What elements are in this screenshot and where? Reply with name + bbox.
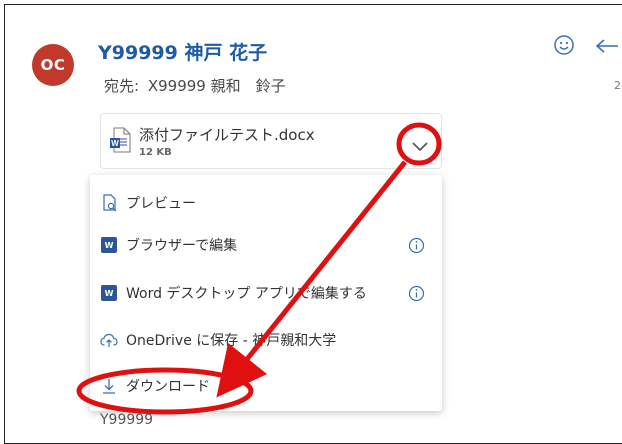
- message-body-fragment: Y99999: [100, 412, 154, 428]
- recipient-line: 宛先: X99999 親和 鈴子: [104, 75, 286, 96]
- download-icon: [100, 377, 118, 395]
- menu-item-label: Word デスクトップ アプリで編集する: [126, 286, 367, 302]
- word-doc-icon: W: [110, 127, 131, 153]
- smiley-icon[interactable]: [553, 34, 575, 56]
- menu-item-download[interactable]: ダウンロード: [90, 366, 442, 406]
- truncated-date-fragment: 2: [614, 79, 621, 92]
- menu-item-label: プレビュー: [126, 196, 196, 212]
- sender-name[interactable]: Y99999 神戸 花子: [98, 38, 267, 65]
- cloud-upload-icon: [100, 331, 118, 349]
- menu-item-label: ブラウザーで編集: [126, 238, 238, 254]
- avatar-initials: OC: [40, 56, 66, 74]
- preview-icon: [100, 194, 118, 212]
- info-icon[interactable]: [408, 285, 425, 302]
- menu-item-label: ダウンロード: [126, 379, 210, 395]
- svg-text:W: W: [111, 139, 119, 148]
- attachment-file-name: 添付ファイルテスト.docx: [139, 126, 315, 144]
- to-label: 宛先:: [104, 77, 140, 95]
- chevron-down-icon: [412, 142, 428, 152]
- word-icon: W: [100, 236, 118, 254]
- recipient-name[interactable]: X99999 親和 鈴子: [148, 77, 286, 95]
- reply-icon[interactable]: [594, 36, 622, 56]
- menu-item-label: OneDrive に保存 - 神戸親和大学: [126, 333, 337, 349]
- menu-item-edit-in-browser[interactable]: W ブラウザーで編集: [90, 225, 442, 265]
- menu-item-preview[interactable]: プレビュー: [90, 183, 442, 223]
- menu-item-edit-in-desktop-app[interactable]: W Word デスクトップ アプリで編集する: [90, 273, 442, 313]
- attachment-menu-button[interactable]: [402, 130, 438, 164]
- info-icon[interactable]: [408, 237, 425, 254]
- menu-item-save-to-onedrive[interactable]: OneDrive に保存 - 神戸親和大学: [90, 320, 442, 360]
- sender-avatar[interactable]: OC: [32, 44, 74, 86]
- attachment-context-menu: プレビュー W ブラウザーで編集 W Word デスクトップ アプリで編集する …: [90, 175, 442, 411]
- word-icon: W: [100, 284, 118, 302]
- attachment-file-size: 12 KB: [139, 147, 172, 158]
- attachment-card[interactable]: W 添付ファイルテスト.docx 12 KB: [100, 113, 442, 169]
